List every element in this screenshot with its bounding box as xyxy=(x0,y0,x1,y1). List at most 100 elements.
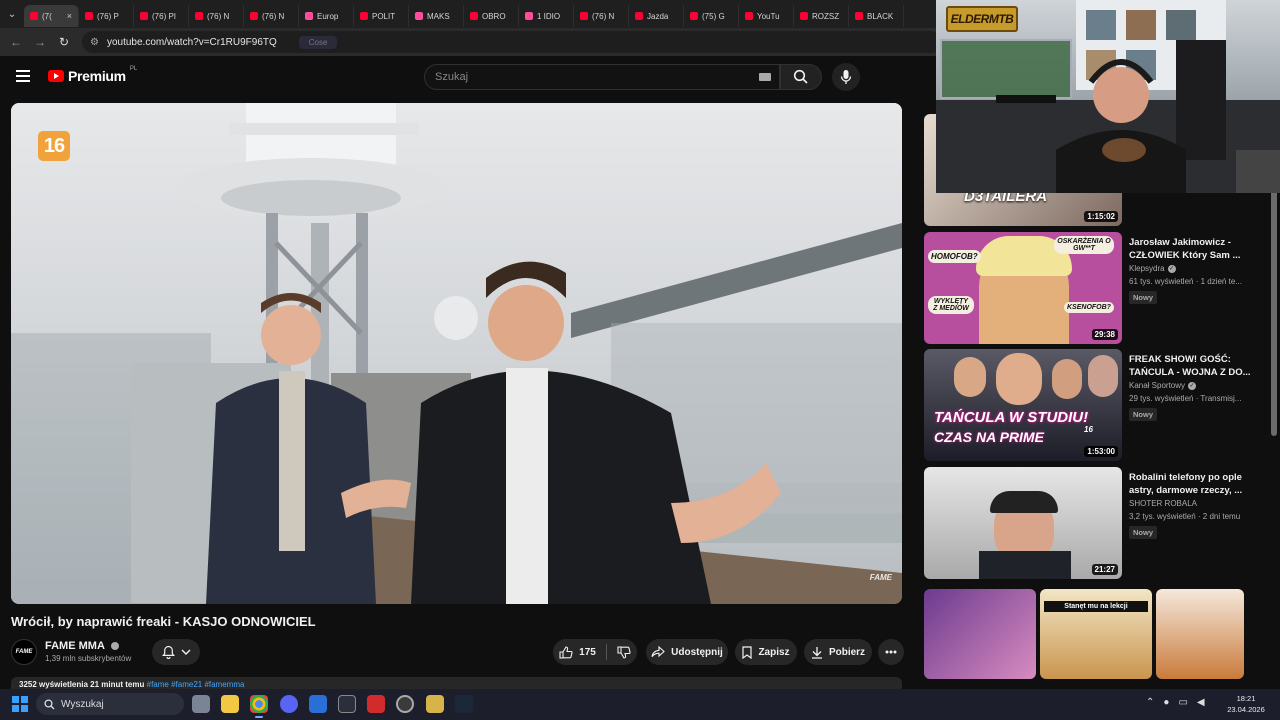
browser-tab[interactable]: (75) G xyxy=(684,5,739,27)
reload-icon[interactable]: ↻ xyxy=(52,35,76,49)
chevron-up-icon[interactable]: ⌃ xyxy=(1146,697,1154,708)
channel-avatar[interactable]: FAME xyxy=(11,639,37,665)
like-icon[interactable] xyxy=(559,645,573,659)
recommendation-title[interactable]: FREAK SHOW! GOŚĆ: TAŃCULA - WOJNA Z DO..… xyxy=(1129,353,1254,379)
share-label: Udostępnij xyxy=(671,646,723,658)
browser-tab[interactable]: (76) N xyxy=(574,5,629,27)
new-badge: Nowy xyxy=(1129,408,1158,421)
browser-tab-active[interactable]: (7( × xyxy=(24,5,79,27)
browser-tab[interactable]: (76) N xyxy=(189,5,244,27)
youtube-favicon-icon xyxy=(30,12,38,20)
browser-tab[interactable]: POLIT xyxy=(354,5,409,27)
volume-icon[interactable]: ◀ xyxy=(1197,697,1205,708)
video-thumbnail[interactable]: HOMOFOB? OSKARŻENIA O GW**T WYKLĘTY Z ME… xyxy=(924,232,1122,344)
youtube-favicon-icon xyxy=(525,12,533,20)
shorts-row: Stanęt mu na lekcji xyxy=(924,589,1264,679)
obs-icon[interactable] xyxy=(396,695,414,713)
short-thumbnail[interactable] xyxy=(1156,589,1244,679)
share-icon xyxy=(651,646,665,658)
windows-start-icon[interactable] xyxy=(12,696,28,712)
thumbnail-caption: WYKLĘTY Z MEDIÓW xyxy=(928,296,974,314)
video-duration: 29:38 xyxy=(1091,329,1118,340)
thumbnail-caption: HOMOFOB? xyxy=(928,250,981,263)
share-button[interactable]: Udostępnij xyxy=(646,639,728,665)
search-button[interactable] xyxy=(780,64,822,90)
channel-name-text: FAME MMA xyxy=(45,640,105,652)
recommendation-item[interactable]: HOMOFOB? OSKARŻENIA O GW**T WYKLĘTY Z ME… xyxy=(924,232,1264,344)
tab-label: (76) N xyxy=(207,11,230,21)
browser-tab[interactable]: YouTu xyxy=(739,5,794,27)
recommendation-channel[interactable]: Kanał Sportowy ✓ xyxy=(1129,381,1197,390)
tab-label: (76) P xyxy=(97,11,119,21)
chrome-icon[interactable] xyxy=(250,695,268,718)
site-info-icon[interactable]: ⚙ xyxy=(90,37,99,48)
video-player[interactable]: 16 FAME xyxy=(11,103,902,604)
more-actions-button[interactable] xyxy=(878,639,904,665)
discord-icon[interactable] xyxy=(280,695,298,713)
file-explorer-icon[interactable] xyxy=(221,695,239,713)
more-horizontal-icon xyxy=(885,650,897,654)
hashtags[interactable]: #fame #fame21 #famemma xyxy=(147,680,245,689)
browser-tab[interactable]: (76) N xyxy=(244,5,299,27)
taskbar-clock[interactable]: 18:21 23.04.2026 xyxy=(1226,693,1266,715)
app-icon[interactable] xyxy=(426,695,444,713)
short-thumbnail[interactable]: Stanęt mu na lekcji xyxy=(1040,589,1152,679)
youtube-favicon-icon xyxy=(690,12,698,20)
network-icon[interactable]: ▭ xyxy=(1178,697,1187,708)
voice-search-button[interactable] xyxy=(832,63,860,91)
browser-tab[interactable]: MAKS xyxy=(409,5,464,27)
search-icon xyxy=(793,69,808,84)
tab-close-icon[interactable]: × xyxy=(67,11,72,21)
microphone-icon[interactable]: ● xyxy=(1163,697,1169,708)
recommendation-title[interactable]: Jarosław Jakimowicz - CZŁOWIEK Który Sam… xyxy=(1129,236,1254,262)
description-box[interactable]: 3252 wyświetlenia 21 minut temu #fame #f… xyxy=(11,677,902,689)
browser-tab[interactable]: Jazda xyxy=(629,5,684,27)
thumbnail-face xyxy=(996,353,1042,405)
youtube-favicon-icon xyxy=(470,12,478,20)
hamburger-menu-icon[interactable] xyxy=(16,70,30,82)
save-button[interactable]: Zapisz xyxy=(735,639,797,665)
browser-tab[interactable]: ROZSZ xyxy=(794,5,849,27)
like-count[interactable]: 175 xyxy=(579,647,596,658)
keyboard-icon[interactable] xyxy=(759,73,771,81)
recommendation-title[interactable]: Robalini telefony po ople astry, darmowe… xyxy=(1129,471,1254,497)
youtube-favicon-icon xyxy=(745,12,753,20)
tab-search-icon[interactable]: ⌄ xyxy=(0,0,24,28)
youtube-favicon-icon xyxy=(360,12,368,20)
recommendation-channel[interactable]: SHOTER ROBALA xyxy=(1129,499,1197,508)
browser-tab[interactable]: OBRO xyxy=(464,5,519,27)
save-label: Zapisz xyxy=(758,646,790,658)
tab-label: (76) N xyxy=(592,11,615,21)
app-icon[interactable] xyxy=(338,695,356,713)
app-icon[interactable] xyxy=(367,695,385,713)
browser-tab[interactable]: Europ xyxy=(299,5,354,27)
channel-name[interactable]: FAME MMA xyxy=(45,640,119,652)
recommendation-channel[interactable]: Klepsydra ✓ xyxy=(1129,264,1176,273)
recommendation-item[interactable]: TAŃCULA W STUDIU! CZAS NA PRIME 16 1:53:… xyxy=(924,349,1264,461)
browser-tab[interactable]: BLACK xyxy=(849,5,904,27)
streamer-logo: ELDERMTB xyxy=(946,6,1018,32)
app-icon[interactable] xyxy=(309,695,327,713)
youtube-premium-logo[interactable]: Premium PL xyxy=(48,66,137,84)
short-thumbnail[interactable] xyxy=(924,589,1036,679)
dislike-icon[interactable] xyxy=(617,645,631,659)
channel-name-text: Kanał Sportowy xyxy=(1129,381,1186,390)
browser-tab[interactable]: (76) P xyxy=(79,5,134,27)
download-button[interactable]: Pobierz xyxy=(804,639,872,665)
browser-tab[interactable]: (76) PI xyxy=(134,5,189,27)
back-arrow-icon[interactable]: ← xyxy=(4,35,28,49)
subscribe-bell-button[interactable] xyxy=(152,639,200,665)
browser-tab[interactable]: 1 IDIO xyxy=(519,5,574,27)
task-view-icon[interactable] xyxy=(192,695,210,713)
taskbar-search-input[interactable]: Wyszukaj xyxy=(36,693,184,715)
steam-icon[interactable] xyxy=(455,695,473,713)
video-thumbnail[interactable]: 21:27 xyxy=(924,467,1122,579)
forward-arrow-icon[interactable]: → xyxy=(28,35,52,49)
tab-label: POLIT xyxy=(372,11,396,21)
taskbar-search-placeholder: Wyszukaj xyxy=(61,698,104,710)
thumbnail-headphones xyxy=(990,491,1058,513)
recommendation-item[interactable]: 21:27 Robalini telefony po ople astry, d… xyxy=(924,467,1264,579)
url-field[interactable]: ⚙ youtube.com/watch?v=Cr1RU9F96TQ Cose xyxy=(82,31,942,53)
video-thumbnail[interactable]: TAŃCULA W STUDIU! CZAS NA PRIME 16 1:53:… xyxy=(924,349,1122,461)
search-input[interactable]: Szukaj xyxy=(424,64,780,90)
